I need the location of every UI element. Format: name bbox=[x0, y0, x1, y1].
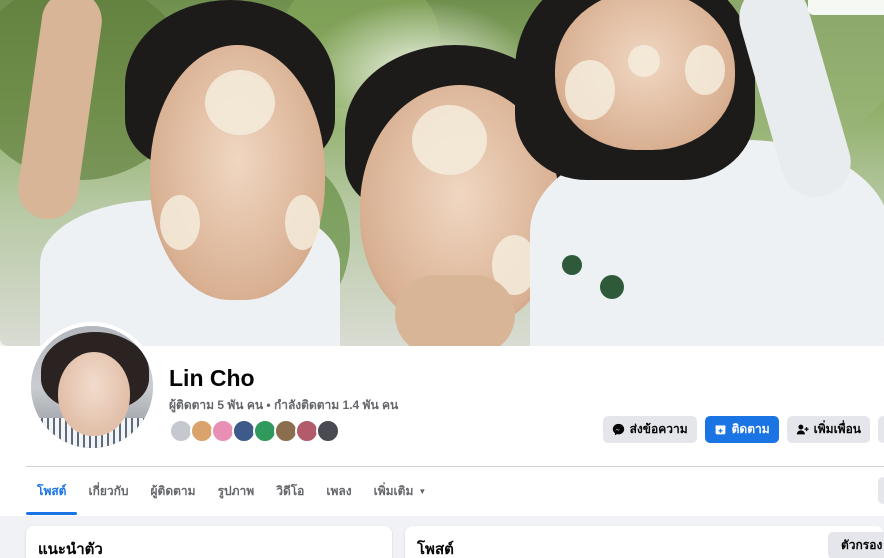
tab-label: เพิ่มเติม bbox=[373, 483, 414, 498]
friends-preview[interactable] bbox=[169, 419, 340, 443]
tab-1[interactable]: เกี่ยวกับ bbox=[77, 467, 139, 515]
add-friend-button[interactable]: เพิ่มเพื่อน bbox=[786, 416, 870, 443]
cover-photo[interactable] bbox=[0, 0, 884, 346]
tab-label: เพลง bbox=[326, 483, 352, 498]
message-button-label: ส่งข้อความ bbox=[629, 422, 688, 436]
profile-picture[interactable] bbox=[27, 322, 157, 452]
intro-card: แนะนำตัว bbox=[26, 526, 392, 558]
add-friend-icon bbox=[796, 424, 809, 435]
profile-name: Lin Cho bbox=[169, 365, 255, 391]
message-button[interactable]: ส่งข้อความ bbox=[602, 416, 697, 443]
profile-page: Lin Cho ผู้ติดตาม 5 พัน คน • กำลังติดตาม… bbox=[0, 0, 884, 558]
profile-actions: ส่งข้อความ ติดตาม เพิ่มเพื่อน bbox=[602, 416, 884, 443]
profile-tabs: โพสต์ เกี่ยวกับ ผู้ติดตาม รูปภาพ วิดีโอ เพลง เ… bbox=[26, 467, 437, 515]
filter-button[interactable]: ตัวกรอง bbox=[828, 532, 884, 558]
follow-icon bbox=[715, 425, 725, 435]
more-options-button[interactable] bbox=[878, 416, 884, 443]
chevron-down-icon: ▼ bbox=[418, 486, 427, 496]
posts-title: โพสต์ bbox=[417, 541, 454, 558]
follow-button[interactable]: ติดตาม bbox=[704, 416, 779, 443]
tabs-more-options-button[interactable] bbox=[878, 477, 884, 504]
tab-5[interactable]: เพลง bbox=[315, 467, 362, 515]
filter-button-label: ตัวกรอง bbox=[841, 538, 883, 552]
tab-label: วิดีโอ bbox=[276, 483, 305, 498]
tab-label: โพสต์ bbox=[37, 483, 67, 498]
tab-4[interactable]: วิดีโอ bbox=[265, 467, 315, 515]
tab-label: เกี่ยวกับ bbox=[88, 483, 129, 498]
tab-3[interactable]: รูปภาพ bbox=[207, 467, 266, 515]
friend-avatar[interactable] bbox=[316, 419, 340, 443]
intro-title: แนะนำตัว bbox=[38, 541, 103, 558]
tab-label: รูปภาพ bbox=[217, 483, 255, 498]
tab-2[interactable]: ผู้ติดตาม bbox=[140, 467, 207, 515]
posts-card: โพสต์ ตัวกรอง bbox=[405, 526, 884, 558]
edit-cover-button[interactable] bbox=[808, 0, 884, 15]
follow-button-label: ติดตาม bbox=[731, 422, 770, 436]
tab-label: ผู้ติดตาม bbox=[150, 483, 196, 498]
tab-0[interactable]: โพสต์ bbox=[26, 467, 78, 515]
follow-stats[interactable]: ผู้ติดตาม 5 พัน คน • กำลังติดตาม 1.4 พัน… bbox=[169, 396, 398, 415]
add-friend-button-label: เพิ่มเพื่อน bbox=[813, 422, 861, 436]
tab-6[interactable]: เพิ่มเติม ▼ bbox=[363, 467, 438, 515]
messenger-icon bbox=[612, 423, 624, 436]
